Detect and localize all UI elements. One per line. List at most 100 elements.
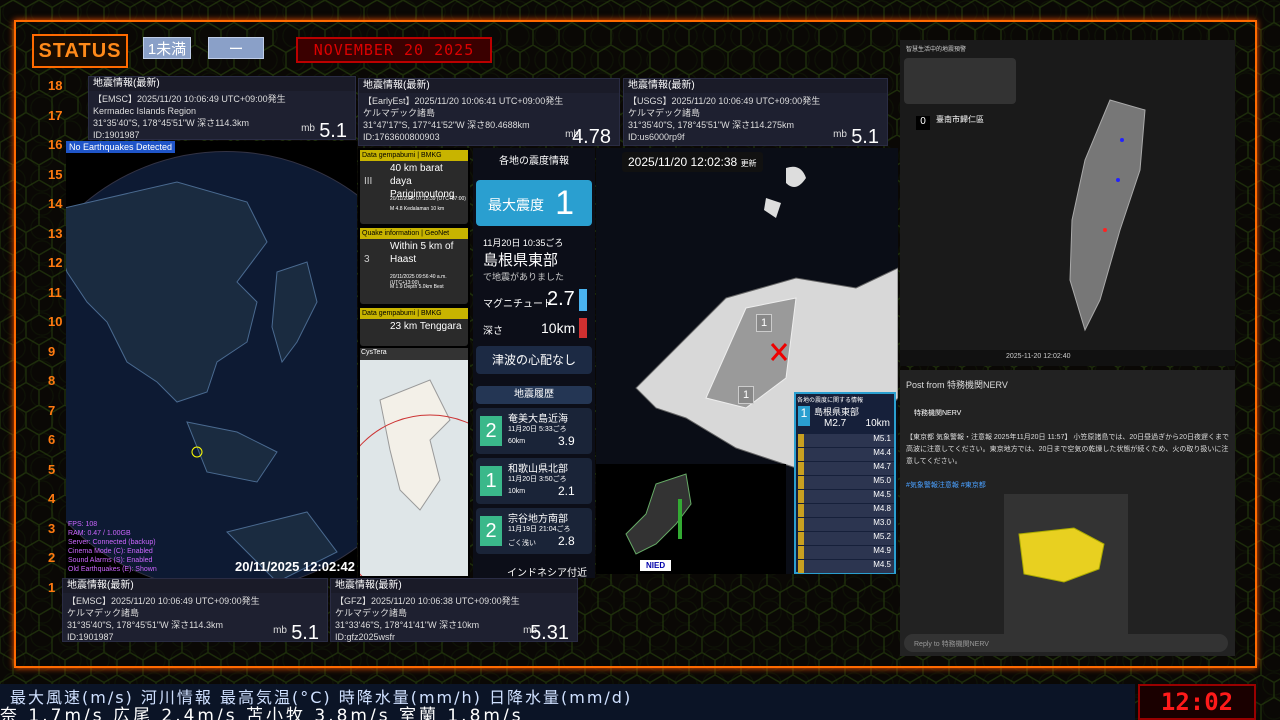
- panel-heading: 各地の震度情報: [499, 156, 569, 167]
- taiwan-eew-panel[interactable]: 智慧生活中的地震預警 0 臺南市歸仁區 2025-11-20 12:02:40: [900, 40, 1235, 366]
- recent-list-item[interactable]: M5.0: [798, 476, 894, 489]
- quake-heading: 地震情報(最新): [89, 77, 355, 91]
- quake-card: 地震情報(最新) 【EMSC】2025/11/20 10:06:49 UTC+09…: [62, 578, 328, 643]
- recent-list-item[interactable]: M3.0: [798, 518, 894, 531]
- recent-place: 島根県東部: [814, 407, 860, 417]
- map-update-label: 更新: [740, 159, 757, 168]
- scale-label: 9: [48, 343, 56, 359]
- history-time: 11月20日 5:33ごろ: [508, 426, 567, 433]
- recent-list-item[interactable]: M4.7: [798, 462, 894, 475]
- globe-landmass: [66, 181, 338, 578]
- reply-box[interactable]: Reply to 特務機関NERV: [904, 634, 1228, 652]
- jma-panel: 各地の震度情報 最大震度 1 11月20日 10:35ごろ 島根県東部 で地震が…: [473, 148, 595, 579]
- quake-magnitude: 5.31: [530, 622, 569, 644]
- card-source: Quake information | GeoNet: [360, 228, 468, 239]
- scale-label: 18: [48, 78, 63, 93]
- regional-quake-card[interactable]: Data gempabumi | BMKG III 40 km barat daya…: [360, 150, 468, 224]
- tokyo-map: [1018, 527, 1105, 583]
- card-detail: M 1.9 Depth 5.0km Best: [390, 284, 444, 290]
- scale-label: 7: [48, 402, 56, 418]
- globe-time: 20/11/2025 12:02:42: [235, 559, 355, 574]
- mag-type: mb: [301, 123, 315, 134]
- globe-stat-line: RAM: 0.47 / 1.00GB: [68, 530, 131, 537]
- card-location: Within 5 km of Haast: [390, 241, 454, 265]
- history-depth: ごく浅い: [508, 540, 536, 547]
- scale-label: 13: [48, 225, 63, 241]
- taiwan-title: 智慧生活中的地震預警: [906, 47, 967, 53]
- recent-list-item[interactable]: M5.2: [798, 532, 894, 545]
- quake-time: 11月20日 10:35ごろ: [483, 238, 564, 248]
- taiwan-info-box: [904, 58, 1016, 104]
- card-source: Data gempabumi | BMKG: [360, 308, 468, 319]
- recent-list-item[interactable]: M4.9: [798, 546, 894, 559]
- globe-stat-line: Old Earthquakes (E): Shown: [68, 566, 157, 573]
- quake-card: 地震情報(最新) 【EMSC】2025/11/20 10:06:49 UTC+09…: [88, 76, 356, 142]
- recent-list-title: 各地の震度に関する情報: [797, 398, 864, 404]
- intensity-map[interactable]: 2025/11/20 12:02:38 更新 1 1 NIED 各地の震度に関す…: [596, 148, 898, 574]
- scale-label: 16: [48, 137, 63, 152]
- recent-list-item[interactable]: M4.8: [798, 504, 894, 517]
- history-depth: 10km: [508, 488, 526, 495]
- card-time: 20/11/2025 07:15:39 (UTC+07:00): [390, 196, 466, 202]
- history-item[interactable]: 1 和歌山県北部 11月20日 3:50ごろ 10km 2.1: [476, 458, 592, 504]
- history-mag: 3.9: [558, 434, 575, 448]
- greece-map-shape: [334, 379, 526, 606]
- quake-note: で地震がありました: [483, 272, 565, 282]
- history-intensity: 2: [480, 416, 502, 446]
- quake-region: ケルマデック諸島: [335, 608, 408, 618]
- max-intensity-value: 1: [555, 184, 574, 222]
- recent-list-item[interactable]: M4.5: [798, 490, 894, 503]
- date-banner: NOVEMBER 20 2025: [296, 37, 492, 63]
- regional-quake-card[interactable]: Quake information | GeoNet 3 Within 5 km o…: [360, 228, 468, 304]
- taiwan-place: 臺南市歸仁區: [936, 115, 984, 124]
- social-post[interactable]: Post from 特務機関NERV 特務機関NERV 【東京都 気象警報・注意…: [900, 370, 1235, 656]
- quake-source-line: 【EMSC】2025/11/20 10:06:49 UTC+09:00発生: [93, 94, 286, 104]
- status-button[interactable]: STATUS: [32, 34, 128, 68]
- status-chip: ー: [208, 37, 264, 59]
- recent-depth: 10km: [865, 418, 890, 429]
- quake-card: 地震情報(最新) 【GFZ】2025/11/20 10:06:38 UTC+09:…: [330, 578, 578, 644]
- scale-label: 1: [48, 579, 56, 595]
- globe-stat-line: Cinema Mode (C): Enabled: [68, 548, 153, 555]
- greece-map[interactable]: CysTera: [334, 348, 526, 606]
- scale-label: 17: [48, 107, 63, 123]
- post-tags[interactable]: #気象警報注意報 #東京都: [906, 480, 986, 490]
- taiwan-footer-time: 2025-11-20 12:02:40: [1006, 353, 1071, 360]
- globe-view[interactable]: No Earthquakes Detected FPS: 108 RAM: 0.4…: [66, 141, 357, 578]
- history-place: 和歌山県北部: [508, 464, 568, 475]
- quake-magnitude: 5.1: [319, 120, 347, 142]
- intensity-badge: 1: [756, 314, 772, 332]
- history-item[interactable]: 2 奄美大島近海 11月20日 5:33ごろ 60km 3.9: [476, 408, 592, 454]
- history-place: 宗谷地方南部: [508, 514, 568, 525]
- scale-label: 12: [48, 255, 63, 270]
- map-timestamp: 2025/11/20 12:02:38 更新: [622, 152, 763, 172]
- globe-stat-line: Server: Connected (backup): [68, 539, 156, 546]
- tsunami-notice: 津波の心配なし: [476, 346, 592, 374]
- post-author: 特務機関NERV: [914, 410, 962, 417]
- scale-label: 3: [48, 520, 56, 536]
- ticker-values: 奈 1.7m/s 広尾 2.4m/s 苫小牧 3.8m/s 室蘭 1.8m/s: [0, 706, 524, 720]
- post-image[interactable]: [1004, 494, 1128, 638]
- intensity-badge: 1: [738, 386, 754, 404]
- history-depth: 60km: [508, 438, 526, 445]
- recent-list-item[interactable]: M5.1: [798, 434, 894, 447]
- globe: [66, 151, 357, 578]
- regional-quake-card[interactable]: Data gempabumi | BMKG 23 km Tenggara: [360, 308, 468, 346]
- quake-place: 島根県東部: [483, 252, 559, 269]
- scale-label: 2: [48, 550, 56, 565]
- quake-card: 地震情報(最新) 【EarlyEst】2025/11/20 10:06:41 UT…: [358, 78, 620, 147]
- history-intensity: 2: [480, 516, 502, 546]
- quake-magnitude: 5.1: [851, 126, 879, 148]
- card-source: Data gempabumi | BMKG: [360, 150, 468, 161]
- quake-card: 地震情報(最新) 【USGS】2025/11/20 10:06:49 UTC+09…: [623, 78, 888, 148]
- quake-heading: 地震情報(最新): [331, 579, 577, 593]
- magnitude-label: マグニチュード: [483, 299, 553, 310]
- max-intensity-box: 最大震度 1: [476, 180, 592, 226]
- recent-list-item[interactable]: M4.4: [798, 448, 894, 461]
- quake-source-line: 【USGS】2025/11/20 10:06:49 UTC+09:00発生: [628, 96, 821, 106]
- card-detail: M 4.8 Kedalaman 10 km: [390, 206, 445, 212]
- recent-list-item[interactable]: M4.5: [798, 560, 894, 573]
- depth-label: 深さ: [483, 326, 503, 337]
- recent-list-panel: 各地の震度に関する情報 1 島根県東部 M2.7 10km M5.1 M4.4 M4…: [794, 392, 896, 574]
- history-item[interactable]: 2 宗谷地方南部 11月19日 21:04ごろ ごく浅い 2.8: [476, 508, 592, 554]
